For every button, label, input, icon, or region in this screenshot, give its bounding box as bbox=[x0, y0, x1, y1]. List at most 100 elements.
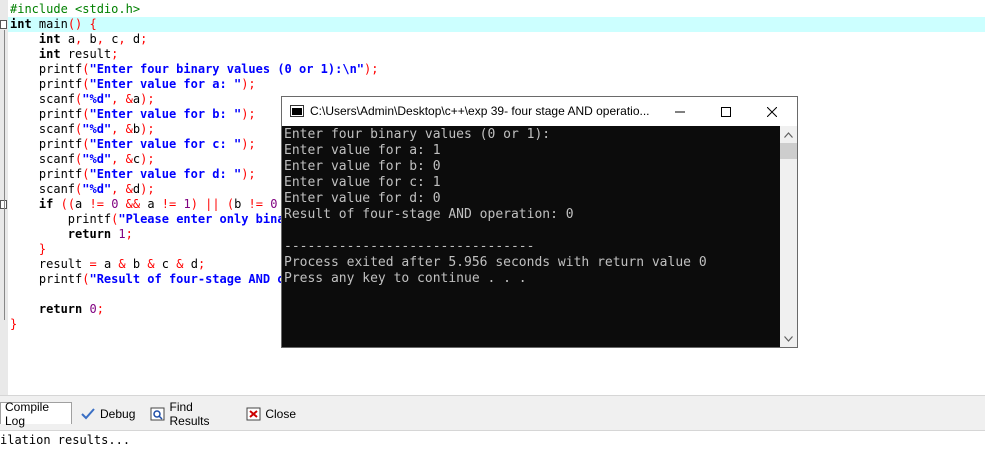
scroll-thumb[interactable] bbox=[780, 143, 797, 159]
maximize-button[interactable] bbox=[703, 97, 749, 126]
bottom-panel-tabs: Compile Log Debug Find Results Close bbox=[0, 395, 985, 431]
code-line: } bbox=[10, 317, 17, 332]
code-token: ); bbox=[241, 107, 256, 121]
tab-find-results[interactable]: Find Results bbox=[146, 400, 238, 428]
code-token: printf bbox=[10, 167, 83, 181]
console-line: Enter value for b: 0 bbox=[284, 159, 441, 174]
close-panel-icon bbox=[246, 407, 261, 421]
code-token: ) || ( bbox=[190, 197, 235, 211]
code-line: scanf("%d", &d); bbox=[10, 182, 155, 197]
code-token: scanf bbox=[10, 92, 76, 106]
console-line: Enter value for d: 0 bbox=[284, 191, 441, 206]
code-token: d bbox=[132, 182, 141, 196]
code-token: ; bbox=[125, 227, 133, 241]
tab-label: Find Results bbox=[169, 400, 210, 428]
code-token: c bbox=[132, 152, 141, 166]
maximize-icon bbox=[721, 106, 731, 117]
code-token: a bbox=[96, 257, 119, 271]
code-token: d bbox=[183, 257, 198, 271]
console-titlebar[interactable]: C:\Users\Admin\Desktop\c++\exp 39- four … bbox=[282, 97, 797, 126]
minimize-button[interactable] bbox=[657, 97, 703, 126]
tab-compile-log[interactable]: Compile Log bbox=[0, 400, 72, 428]
code-token: ; bbox=[96, 302, 104, 316]
code-token: } bbox=[38, 242, 47, 256]
code-line: int result; bbox=[10, 47, 119, 62]
code-token: scanf bbox=[10, 122, 76, 136]
close-icon bbox=[767, 106, 777, 117]
code-token: #include <stdio.h> bbox=[10, 2, 141, 16]
code-line: printf("Enter value for b: "); bbox=[10, 107, 256, 122]
console-app-icon bbox=[290, 105, 304, 117]
console-scrollbar[interactable] bbox=[780, 126, 797, 347]
code-token: ); bbox=[241, 137, 256, 151]
console-line: -------------------------------- bbox=[284, 239, 535, 254]
code-token: != bbox=[248, 197, 263, 211]
code-token: main bbox=[31, 17, 68, 31]
code-token: scanf bbox=[10, 152, 76, 166]
code-token: "Enter value for c: " bbox=[89, 137, 242, 151]
code-token: int bbox=[10, 17, 32, 31]
code-token: b bbox=[125, 257, 148, 271]
code-line: scanf("%d", &a); bbox=[10, 92, 155, 107]
code-token: ); bbox=[241, 77, 256, 91]
minimize-icon bbox=[675, 111, 685, 112]
code-token: 0 bbox=[89, 302, 97, 316]
code-token: != bbox=[89, 197, 104, 211]
code-token: ); bbox=[364, 62, 379, 76]
code-token: "%d" bbox=[82, 122, 112, 136]
code-token: a bbox=[140, 197, 162, 211]
code-token: , & bbox=[111, 92, 133, 106]
code-line: result = a & b & c & d; bbox=[10, 257, 205, 272]
code-token: "%d" bbox=[82, 182, 112, 196]
find-icon bbox=[150, 407, 165, 421]
code-token: (( bbox=[60, 197, 76, 211]
scroll-up-button[interactable] bbox=[780, 126, 797, 143]
code-line: printf("Result of four-stage AND op bbox=[10, 272, 292, 287]
close-button[interactable] bbox=[749, 97, 795, 126]
chevron-up-icon bbox=[784, 131, 793, 138]
code-token: printf bbox=[10, 62, 83, 76]
tab-debug[interactable]: Debug bbox=[76, 404, 140, 424]
code-line: int main() { bbox=[10, 17, 97, 32]
code-line: printf("Enter value for d: "); bbox=[10, 167, 256, 182]
code-token: int bbox=[38, 32, 61, 46]
code-line: return 0; bbox=[10, 302, 104, 317]
code-token: ; bbox=[197, 257, 206, 271]
tab-label: Compile Log bbox=[5, 399, 50, 428]
tab-label: Close bbox=[265, 407, 296, 421]
fold-marker[interactable] bbox=[0, 20, 7, 29]
code-token: "Enter value for d: " bbox=[89, 167, 242, 181]
code-line: if ((a != 0 && a != 1) || (b != 0 & bbox=[10, 197, 292, 212]
code-line: scanf("%d", &c); bbox=[10, 152, 155, 167]
code-token: ); bbox=[140, 92, 155, 106]
code-token: "Enter value for a: " bbox=[89, 77, 242, 91]
console-line: Press any key to continue . . . bbox=[284, 271, 527, 286]
code-token: ); bbox=[140, 182, 155, 196]
console-output[interactable]: Enter four binary values (0 or 1): Enter … bbox=[282, 126, 780, 347]
tab-close[interactable]: Close bbox=[242, 404, 300, 424]
code-token: ); bbox=[140, 152, 155, 166]
code-token: ); bbox=[241, 167, 256, 181]
code-token: ; bbox=[111, 47, 119, 61]
scroll-down-button[interactable] bbox=[780, 330, 797, 347]
code-token: printf bbox=[10, 272, 83, 286]
code-line: int a, b, c, d; bbox=[10, 32, 147, 47]
console-window[interactable]: C:\Users\Admin\Desktop\c++\exp 39- four … bbox=[281, 96, 798, 348]
code-token: & bbox=[147, 257, 155, 271]
code-token: a bbox=[75, 197, 90, 211]
code-token: return bbox=[38, 302, 83, 316]
code-token: d bbox=[125, 32, 141, 46]
code-token: , & bbox=[111, 182, 133, 196]
code-token: scanf bbox=[10, 182, 76, 196]
code-token: int bbox=[38, 47, 61, 61]
code-token: , & bbox=[111, 152, 133, 166]
code-token: && bbox=[125, 197, 141, 211]
